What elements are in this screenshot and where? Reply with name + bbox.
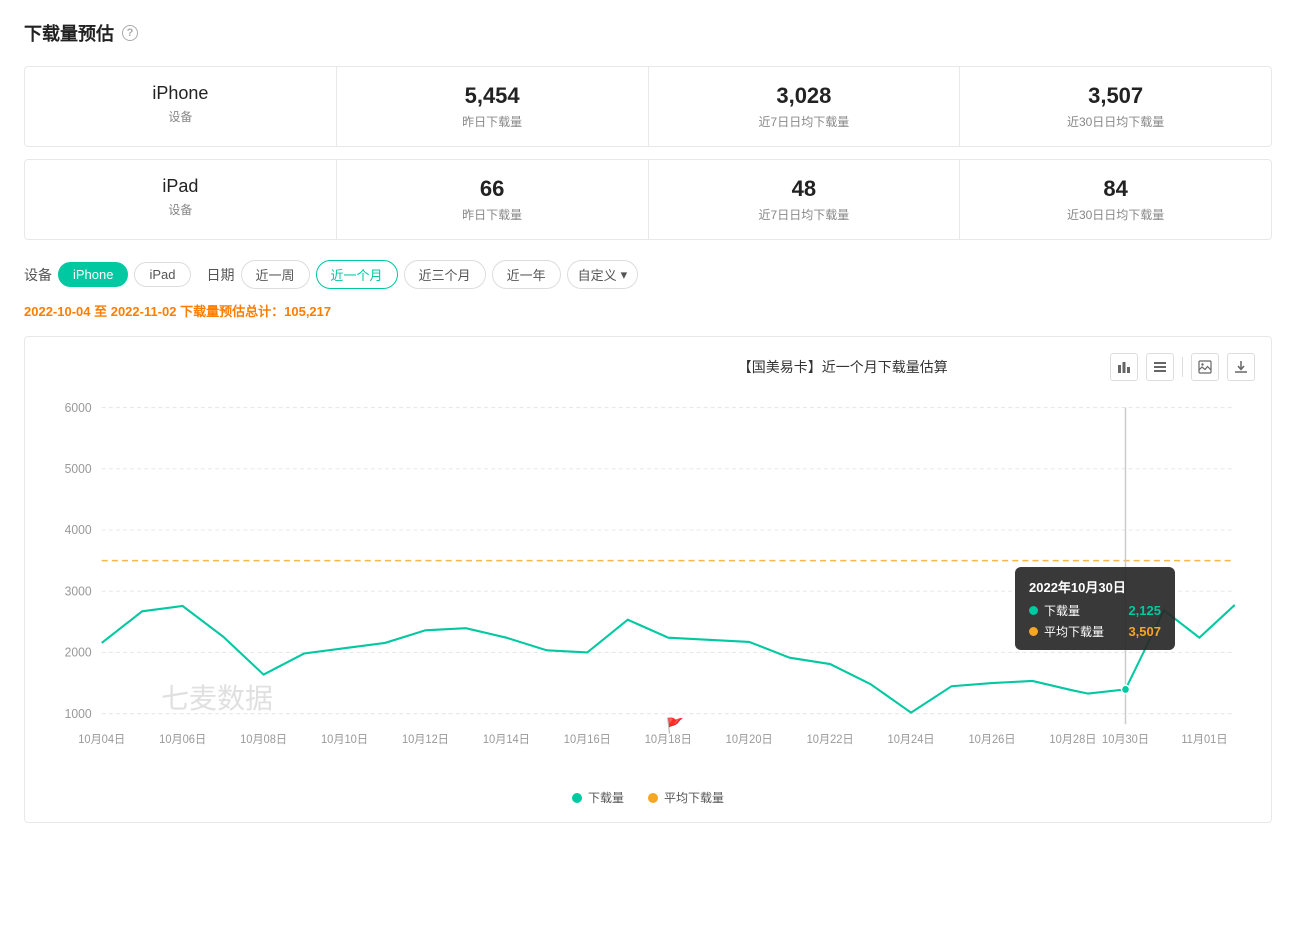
chart-area: 七麦数据 6000 5000 4000 3000 2000 1000 🚩 [41,397,1255,777]
svg-text:3000: 3000 [65,584,92,598]
chart-svg: 6000 5000 4000 3000 2000 1000 🚩 10月04日 1… [41,397,1255,777]
svg-text:10月08日: 10月08日 [240,734,287,746]
svg-text:10月12日: 10月12日 [402,734,449,746]
device-filter-label: 设备 [24,265,52,285]
filter-week-btn[interactable]: 近一周 [241,260,310,289]
filter-iphone-btn[interactable]: iPhone [58,262,128,287]
iphone-month-value: 3,507 [980,83,1251,109]
ipad-week-cell: 48 近7日日均下载量 [649,160,961,239]
download-icon[interactable] [1227,353,1255,381]
filter-month-btn[interactable]: 近一个月 [316,260,398,289]
svg-text:10月18日: 10月18日 [645,734,692,746]
iphone-yesterday-label: 昨日下载量 [357,113,628,130]
legend-avg-dot [648,793,658,803]
ipad-yesterday-value: 66 [357,176,628,202]
date-filter-label: 日期 [207,265,235,285]
filter-row: 设备 iPhone iPad 日期 近一周 近一个月 近三个月 近一年 自定义 … [24,260,1272,289]
iphone-device-label: 设备 [45,108,316,125]
svg-text:10月24日: 10月24日 [888,734,935,746]
iphone-yesterday-value: 5,454 [357,83,628,109]
svg-text:10月16日: 10月16日 [564,734,611,746]
ipad-month-value: 84 [980,176,1251,202]
ipad-device-name: iPad [45,176,316,197]
divider [1182,357,1183,377]
image-icon[interactable] [1191,353,1219,381]
ipad-yesterday-label: 昨日下载量 [357,206,628,223]
svg-text:1000: 1000 [65,707,92,721]
iphone-device-cell: iPhone 设备 [25,67,337,146]
filter-custom-btn[interactable]: 自定义 ▾ [567,260,639,289]
chart-header: 【国美易卡】近一个月下载量估算 [41,353,1255,381]
svg-text:6000: 6000 [65,401,92,415]
filter-ipad-btn[interactable]: iPad [134,262,190,287]
ipad-device-label: 设备 [45,201,316,218]
chart-container: 【国美易卡】近一个月下载量估算 七麦数据 [24,336,1272,823]
chart-actions [1110,353,1255,381]
help-icon[interactable]: ? [122,25,138,41]
ipad-month-label: 近30日日均下载量 [980,206,1251,223]
legend-avg-label: 平均下载量 [664,789,724,806]
iphone-month-label: 近30日日均下载量 [980,113,1251,130]
svg-text:10月04日: 10月04日 [78,734,125,746]
date-range-text: 2022-10-04 至 2022-11-02 下载量预估总计：105,217 [24,301,1272,320]
svg-text:🚩: 🚩 [666,716,684,734]
svg-text:2000: 2000 [65,645,92,659]
chart-legend: 下载量 平均下载量 [41,789,1255,806]
iphone-week-value: 3,028 [669,83,940,109]
svg-text:10月06日: 10月06日 [159,734,206,746]
filter-year-btn[interactable]: 近一年 [492,260,561,289]
svg-text:10月10日: 10月10日 [321,734,368,746]
ipad-stats-card: iPad 设备 66 昨日下载量 48 近7日日均下载量 84 近30日日均下载… [24,159,1272,240]
legend-downloads-label: 下载量 [588,789,624,806]
svg-text:10月30日: 10月30日 [1102,734,1149,746]
ipad-yesterday-cell: 66 昨日下载量 [337,160,649,239]
svg-text:5000: 5000 [65,462,92,476]
legend-downloads-dot [572,793,582,803]
ipad-month-cell: 84 近30日日均下载量 [960,160,1271,239]
iphone-month-cell: 3,507 近30日日均下载量 [960,67,1271,146]
ipad-device-cell: iPad 设备 [25,160,337,239]
list-icon[interactable] [1146,353,1174,381]
filter-three-months-btn[interactable]: 近三个月 [404,260,486,289]
ipad-week-value: 48 [669,176,940,202]
iphone-stats-card: iPhone 设备 5,454 昨日下载量 3,028 近7日日均下载量 3,5… [24,66,1272,147]
ipad-week-label: 近7日日均下载量 [669,206,940,223]
iphone-week-cell: 3,028 近7日日均下载量 [649,67,961,146]
iphone-week-label: 近7日日均下载量 [669,113,940,130]
page-title: 下载量预估 ? [24,20,1272,46]
svg-text:10月22日: 10月22日 [807,734,854,746]
chart-title: 【国美易卡】近一个月下载量估算 [576,357,1111,377]
svg-text:10月20日: 10月20日 [726,734,773,746]
stats-cards: iPhone 设备 5,454 昨日下载量 3,028 近7日日均下载量 3,5… [24,66,1272,240]
svg-text:10月14日: 10月14日 [483,734,530,746]
iphone-yesterday-cell: 5,454 昨日下载量 [337,67,649,146]
svg-text:4000: 4000 [65,523,92,537]
svg-text:10月28日: 10月28日 [1049,734,1096,746]
legend-avg: 平均下载量 [648,789,724,806]
bar-chart-icon[interactable] [1110,353,1138,381]
legend-downloads: 下载量 [572,789,624,806]
iphone-device-name: iPhone [45,83,316,104]
date-filter-group: 日期 近一周 近一个月 近三个月 近一年 自定义 ▾ [207,260,639,289]
svg-text:10月26日: 10月26日 [968,734,1015,746]
device-filter-group: 设备 iPhone iPad [24,262,191,287]
svg-text:11月01日: 11月01日 [1181,734,1227,746]
